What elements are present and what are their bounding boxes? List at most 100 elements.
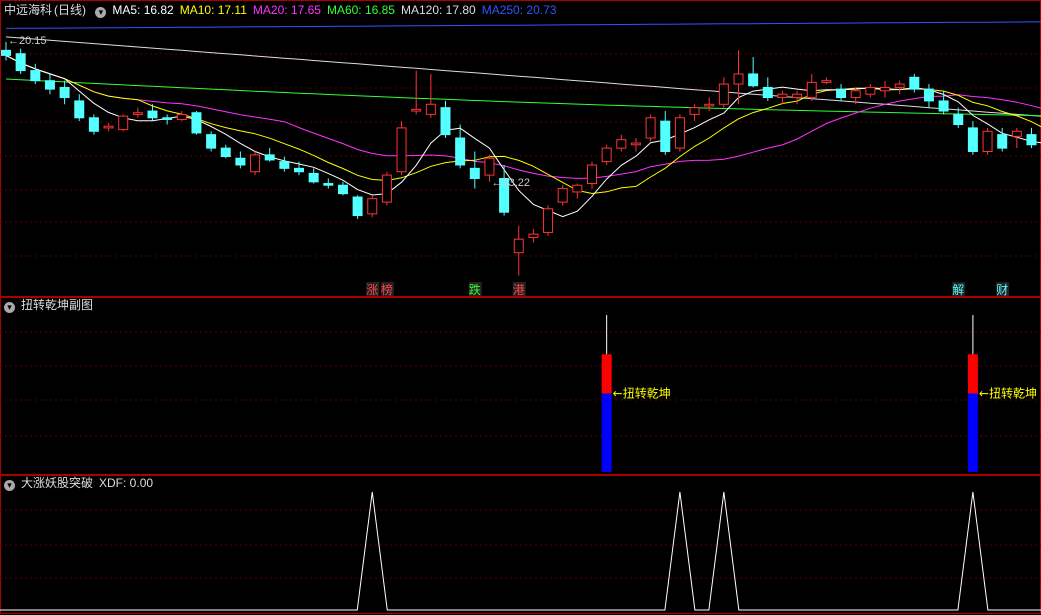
candle-body [997, 134, 1008, 149]
candle-body [792, 93, 803, 99]
price-annotation: ←13.22 [491, 177, 530, 189]
signal-label: ←扭转乾坤 [979, 386, 1037, 401]
chevron-down-icon[interactable]: ▾ [4, 302, 15, 313]
candle-body [118, 115, 129, 131]
candle-body [909, 76, 920, 90]
candle-body [337, 184, 348, 195]
event-tag: 港 [513, 283, 525, 297]
period-label: (日线) [54, 3, 87, 17]
ma5-line [5, 54, 1041, 218]
candle-body [1026, 134, 1037, 146]
candle-body [513, 238, 524, 254]
candle-body [74, 100, 85, 119]
candle-body [880, 86, 890, 92]
panel-border [0, 297, 1041, 475]
event-tag: 榜 [381, 282, 393, 297]
candle-body [660, 120, 671, 152]
ma-legend-item: MA10: 17.11 [179, 3, 247, 17]
candle-body [572, 184, 583, 193]
candle-body [806, 81, 817, 99]
candle-body [821, 80, 832, 83]
chevron-down-icon[interactable]: ▾ [95, 7, 107, 18]
candle-body [323, 183, 334, 186]
signal-blue-bar [601, 393, 612, 472]
candle-body [294, 167, 304, 173]
ma-legend-item: MA120: 17.80 [400, 3, 476, 17]
candle-body [1, 49, 11, 56]
ma-legend: MA5: 16.82 MA10: 17.11 MA20: 17.65 MA60: 16… [112, 3, 562, 17]
candle-body [762, 86, 773, 99]
stock-name: 中远海科 [4, 3, 53, 17]
xdf-value: XDF: 0.00 [99, 476, 154, 490]
chevron-down-icon[interactable]: ▾ [4, 480, 15, 491]
chart-canvas[interactable]: ←20.15 ←13.22 涨榜 跌 港 解 财 ←扭转乾坤 ←扭转乾坤 [0, 0, 1041, 615]
candle-body [367, 198, 378, 215]
candle-body [191, 112, 202, 134]
candle-body [748, 73, 759, 87]
main-chart-header: 中远海科 (日线) ▾ MA5: 16.82 MA10: 17.11 MA20: 17.… [4, 2, 568, 18]
candle-body [103, 125, 114, 129]
candle-body [674, 117, 685, 149]
candle-body [440, 107, 451, 136]
event-tag: 财 [996, 283, 1008, 297]
candle-body [587, 164, 597, 185]
signal-red-bar [601, 354, 612, 394]
candle-body [206, 134, 217, 149]
candle-body [30, 70, 41, 82]
candle-body [176, 113, 187, 120]
event-tag: 涨 [366, 282, 378, 297]
ma250-line [5, 21, 1041, 29]
candle-body [308, 172, 319, 183]
candle-body [967, 127, 978, 153]
candle-body [44, 80, 55, 90]
candle-body [455, 137, 466, 166]
panel3-header: ▾ 大涨妖股突破 XDF: 0.00 [4, 475, 159, 491]
candle-body [718, 83, 729, 105]
ma-legend-item: MA20: 17.65 [252, 3, 321, 17]
candle-body [484, 157, 495, 176]
signal-red-bar [967, 354, 978, 394]
candle-body [528, 233, 539, 238]
candle-body [938, 100, 949, 112]
candle-body [557, 188, 568, 203]
ma60-line [5, 78, 1041, 117]
panel3-title: 大涨妖股突破 [21, 476, 94, 490]
candle-body [352, 196, 363, 217]
candle-body [15, 53, 26, 72]
signal-blue-bar [967, 393, 978, 472]
candle-body [1011, 130, 1022, 137]
candle-body [250, 154, 261, 173]
candle-body [733, 73, 744, 85]
signal-label: ←扭转乾坤 [613, 386, 671, 401]
candle-body [264, 154, 275, 161]
candle-body [147, 110, 158, 119]
ma-legend-item: MA250: 20.73 [481, 3, 557, 17]
candle-body [235, 157, 246, 166]
ma120-line [5, 36, 1041, 117]
candle-body [689, 107, 700, 115]
price-annotation: ←20.15 [8, 35, 47, 47]
candle-body [894, 83, 905, 88]
ma-legend-item: MA60: 16.85 [326, 3, 395, 17]
candle-body [162, 117, 173, 120]
candle-body [411, 108, 422, 112]
candle-body [88, 117, 99, 132]
candle-body [777, 93, 788, 99]
panel2-title: 扭转乾坤副图 [21, 298, 94, 312]
candle-body [630, 142, 641, 146]
candle-body [982, 130, 993, 152]
candle-body [425, 103, 436, 115]
candle-body [953, 113, 964, 126]
candle-body [59, 86, 70, 99]
candle-body [865, 86, 876, 95]
panel2-header: ▾ 扭转乾坤副图 [4, 297, 99, 313]
candle-body [704, 103, 715, 107]
candle-body [923, 88, 934, 102]
event-tag: 跌 [469, 282, 481, 297]
ma20-line [5, 54, 1041, 179]
candle-body [601, 147, 612, 163]
candle-body [220, 147, 231, 158]
event-tag: 解 [952, 283, 964, 297]
candle-body [279, 161, 290, 169]
ma-legend-item: MA5: 16.82 [112, 3, 174, 17]
